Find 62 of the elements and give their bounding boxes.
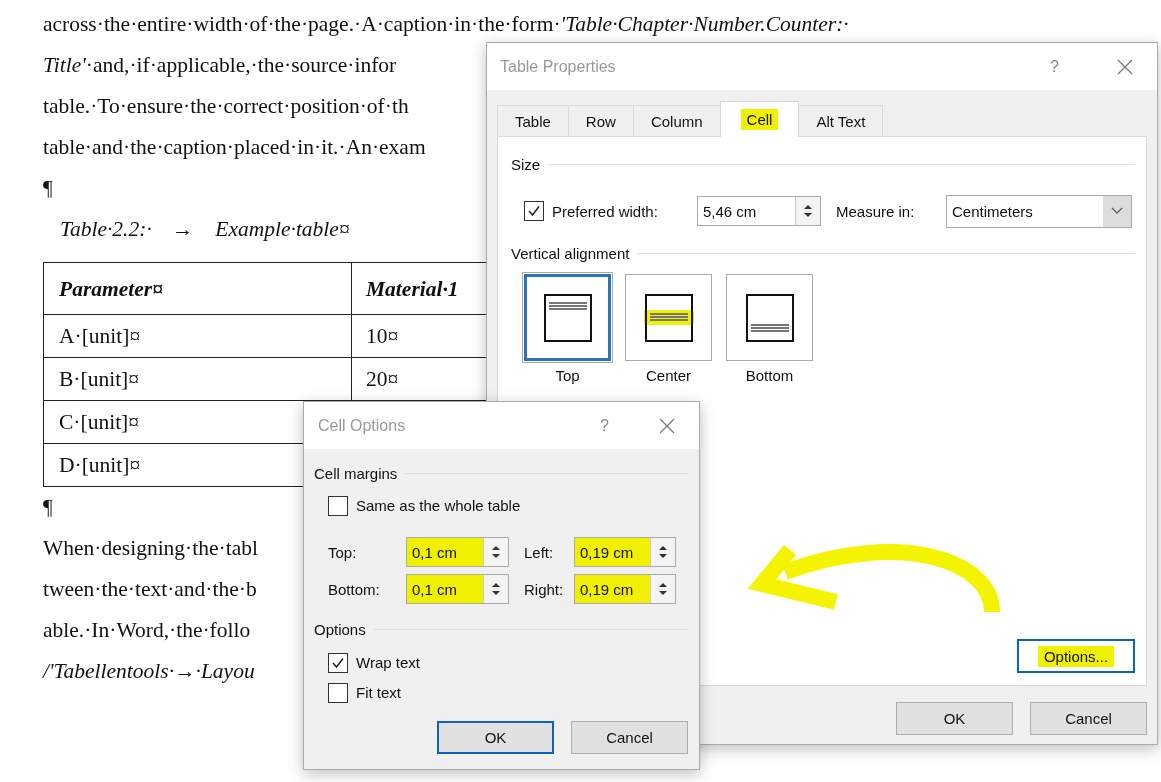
caption-title: Example·table¤ [215, 216, 350, 243]
column-header: Material·1 [366, 276, 459, 301]
dialog-button[interactable]: OK [896, 702, 1013, 735]
field-label: Top: [328, 543, 358, 561]
checkbox-label: Preferred width: [552, 202, 659, 220]
check-icon [527, 204, 541, 218]
cell-text: D·[unit]¤ [59, 453, 141, 477]
alignment-option[interactable] [726, 274, 813, 361]
chevron-down-icon [1111, 207, 1123, 215]
measure-dropdown[interactable]: Centimeters [946, 194, 1132, 228]
checkbox-label: Wrap text [356, 654, 420, 671]
cell-text: 10¤ [366, 324, 399, 348]
cell-text: C·[unit]¤ [59, 410, 140, 434]
text-line: tween·the·text·and·the·b [43, 576, 257, 603]
checkbox[interactable] [328, 495, 348, 516]
section-heading: Options [314, 620, 366, 638]
cell-text: B·[unit]¤ [59, 367, 140, 391]
cell-text: A·[unit]¤ [59, 324, 141, 348]
field-label: Bottom: [328, 580, 381, 598]
tab[interactable]: Table [497, 105, 569, 136]
section-heading: Size [511, 155, 541, 173]
alignment-option[interactable] [524, 274, 611, 361]
window-title: Table Properties [500, 57, 617, 76]
tab-arrow: → [171, 216, 194, 243]
field-label: Measure in: [836, 202, 916, 220]
checkbox-label: Fit text [356, 684, 401, 701]
checkbox[interactable] [328, 652, 348, 673]
close-icon[interactable] [659, 417, 675, 434]
alignment-label: Bottom [745, 367, 794, 384]
field-label: Right: [523, 580, 565, 598]
caption-label: Table·2.2:· [60, 216, 152, 243]
text-line: table·and·the·caption·placed·in·it.·An·exam [43, 134, 426, 161]
field-label: Left: [523, 543, 555, 561]
tab[interactable]: Alt Text [798, 105, 884, 136]
options-button[interactable]: Options... [1017, 639, 1135, 673]
close-icon[interactable] [1117, 58, 1133, 75]
alignment-label: Center [646, 367, 691, 384]
checkbox-label: Same as the whole table [356, 497, 521, 514]
checkbox[interactable] [328, 682, 348, 703]
window-title: Cell Options [318, 416, 407, 435]
dialog-button[interactable]: Cancel [1030, 702, 1147, 735]
paragraph-mark: ¶ [43, 494, 53, 521]
text-line: table.·To·ensure·the·correct·position·of·th [43, 93, 409, 120]
section-heading: Cell margins [314, 464, 398, 482]
text-line: /'Tabellentools·→·Layou [43, 658, 255, 685]
cell-text: 20¤ [366, 367, 399, 391]
section-heading: Vertical alignment [511, 244, 630, 262]
dialog-button[interactable]: OK [437, 721, 554, 754]
check-icon [331, 655, 345, 670]
help-button[interactable]: ? [1050, 57, 1059, 76]
column-header: Parameter¤ [59, 276, 163, 301]
help-button[interactable]: ? [600, 416, 609, 435]
checkbox[interactable] [524, 201, 544, 221]
text-line: Title'·and,·if·applicable,·the·source·infor [43, 52, 397, 79]
alignment-option[interactable] [625, 274, 712, 361]
paragraph-mark: ¶ [43, 175, 53, 202]
alignment-label: Top [555, 367, 580, 384]
text-line: When·designing·the·tabl [43, 535, 258, 562]
text-line: able.·In·Word,·the·follo [43, 617, 251, 644]
text-line: across·the·entire·width·of·the·page.·A·caption·in·the·form·'Table·Chapter·Number.Counter:· [43, 11, 849, 38]
dialog-button[interactable]: Cancel [571, 721, 688, 754]
tab[interactable]: Cell [719, 101, 800, 137]
